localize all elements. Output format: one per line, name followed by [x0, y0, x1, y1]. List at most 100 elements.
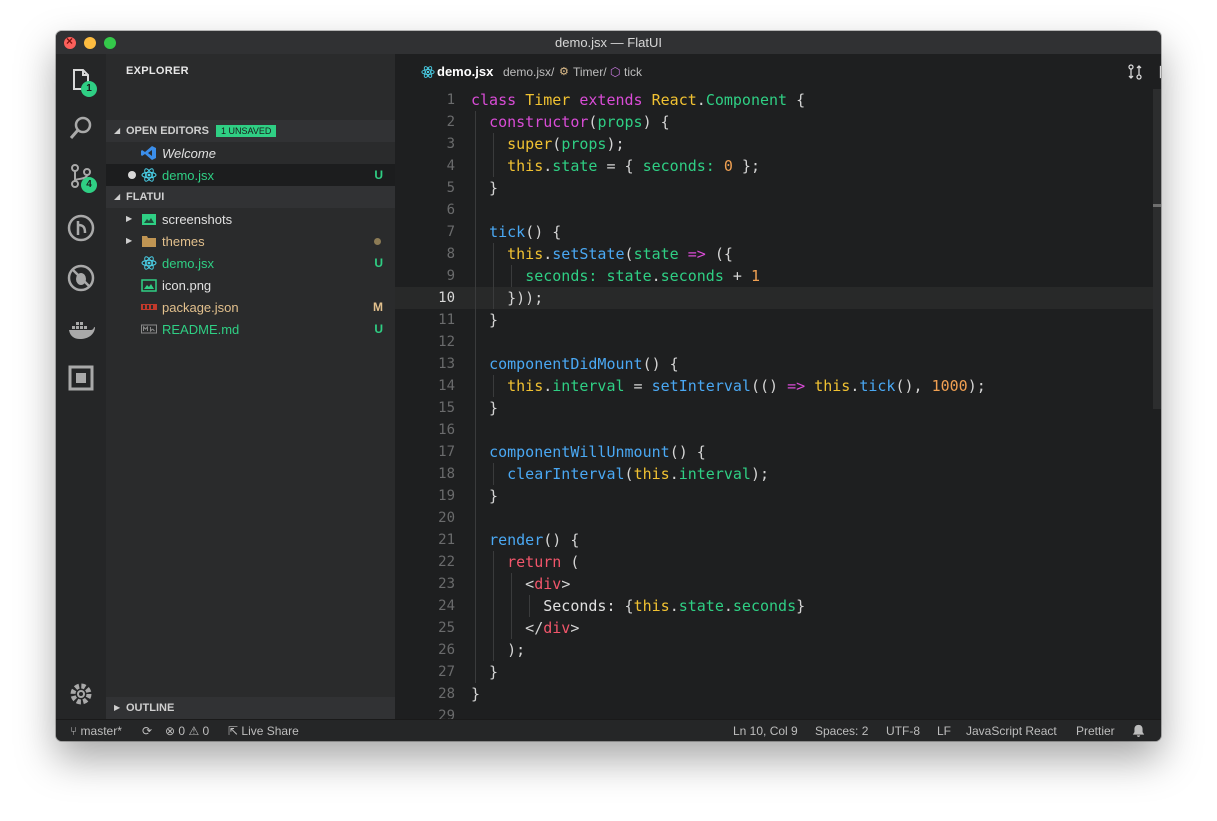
compare-icon [1128, 64, 1142, 80]
class-symbol-icon: ⚙ [559, 66, 569, 78]
code-line: Seconds: {this.state.seconds} [543, 597, 806, 615]
code-line: class Timer extends React.Component { [471, 91, 806, 109]
vscode-icon [141, 146, 156, 160]
tree-file-demo-jsx[interactable]: demo.jsx U [106, 252, 395, 274]
source-control-activity[interactable]: 4 [67, 162, 97, 193]
branch-status[interactable]: ⑂ master* [70, 724, 122, 738]
indentation-setting[interactable]: Spaces: 2 [815, 724, 868, 738]
line-number: 18 [438, 466, 455, 482]
docker-activity[interactable] [67, 316, 95, 344]
live-share-button[interactable]: ⇱ Live Share [228, 724, 299, 738]
line-number: 19 [438, 488, 455, 504]
debug-activity[interactable] [67, 264, 95, 292]
modified-dot [374, 238, 381, 245]
collapse-arrow-icon: ◢ [114, 126, 121, 135]
git-status-badge: U [374, 322, 383, 336]
search-icon [69, 116, 92, 139]
compare-changes-button[interactable] [1127, 64, 1143, 85]
tree-item-name: screenshots [162, 212, 233, 227]
tree-file-package-json[interactable]: package.json M [106, 296, 395, 318]
outline-label: OUTLINE [126, 702, 175, 714]
unsaved-dot [128, 171, 136, 179]
settings-activity[interactable] [67, 680, 95, 708]
formatter-status[interactable]: Prettier [1076, 724, 1115, 738]
active-tab-title[interactable]: demo.jsx [437, 64, 493, 79]
git-status-badge: M [373, 300, 383, 314]
code-line: clearInterval(this.interval); [507, 465, 770, 483]
open-editor-demo-jsx[interactable]: demo.jsx U [106, 164, 395, 186]
gear-icon [70, 683, 92, 705]
project-section[interactable]: ◢ FLATUI [106, 186, 395, 208]
language-mode[interactable]: JavaScript React [966, 724, 1057, 738]
tree-item-name: package.json [162, 300, 239, 315]
collapse-arrow-icon: ◢ [114, 192, 121, 201]
expand-arrow-icon: ▶ [126, 236, 133, 245]
expand-arrow-icon: ▶ [126, 214, 133, 223]
indent-guide [511, 265, 512, 287]
image-icon [141, 279, 157, 292]
breadcrumb-class[interactable]: Timer/ [573, 65, 607, 79]
code-line: <div> [471, 575, 571, 593]
error-count: 0 [178, 724, 186, 738]
indent-guide [493, 551, 494, 661]
problems-status[interactable]: ⊗ 0 ⚠ 0 [165, 724, 209, 738]
tree-file-readme-md[interactable]: README.md U [106, 318, 395, 340]
line-number: 24 [438, 598, 455, 614]
line-number: 3 [446, 136, 455, 152]
code-line: ); [471, 641, 526, 659]
line-number: 8 [446, 246, 455, 262]
indent-guide [493, 463, 494, 485]
outline-section[interactable]: ▶ OUTLINE [106, 697, 395, 719]
open-editors-section[interactable]: ◢ OPEN EDITORS 1 UNSAVED [106, 120, 395, 142]
code-line: tick() { [489, 223, 562, 241]
code-line: return ( [507, 553, 580, 571]
line-number: 7 [446, 224, 455, 240]
warning-count: 0 [202, 724, 210, 738]
code-line: componentWillUnmount() { [489, 443, 706, 461]
breadcrumb-file[interactable]: demo.jsx/ [503, 65, 554, 79]
tree-folder-themes[interactable]: ▶ themes [106, 230, 395, 252]
explorer-sidebar: EXPLORER ◢ OPEN EDITORS 1 UNSAVED Welcom… [106, 54, 395, 719]
cursor-position[interactable]: Ln 10, Col 9 [733, 724, 798, 738]
react-icon [141, 256, 157, 270]
tree-folder-screenshots[interactable]: ▶ screenshots [106, 208, 395, 230]
git-activity[interactable] [67, 214, 95, 242]
split-editor-button[interactable] [1159, 64, 1161, 85]
line-number: 25 [438, 620, 455, 636]
code-line: seconds: state.seconds + 1 [525, 267, 760, 285]
docker-icon [69, 322, 95, 339]
code-area[interactable]: 1 class Timer extends React.Component { 2… [395, 89, 1161, 719]
explorer-activity[interactable]: 1 [67, 66, 97, 97]
tree-item-name: themes [162, 234, 205, 249]
search-activity[interactable] [67, 114, 95, 142]
code-line: } [471, 685, 481, 703]
line-number: 14 [438, 378, 455, 394]
line-number: 17 [438, 444, 455, 460]
line-number: 6 [446, 202, 455, 218]
line-number: 27 [438, 664, 455, 680]
sync-icon: ⟳ [142, 724, 153, 738]
line-number: 29 [438, 708, 455, 719]
editor-tab-bar: demo.jsx demo.jsx/ ⚙ Timer/ ⬡ tick [395, 54, 1161, 89]
git-status-badge: U [374, 168, 383, 182]
live-share-label: Live Share [241, 724, 299, 738]
share-icon: ⇱ [228, 724, 239, 738]
eol-setting[interactable]: LF [937, 724, 951, 738]
sync-button[interactable]: ⟳ [142, 724, 152, 738]
code-line: this.setState(state => ({ [507, 245, 733, 263]
window-title: demo.jsx — FlatUI [555, 35, 662, 50]
breadcrumb-method[interactable]: tick [624, 65, 642, 79]
extensions-activity[interactable] [67, 364, 95, 392]
line-number: 23 [438, 576, 455, 592]
line-number: 15 [438, 400, 455, 416]
line-number: 28 [438, 686, 455, 702]
line-number: 9 [446, 268, 455, 284]
tree-file-icon-png[interactable]: icon.png [106, 274, 395, 296]
notifications-button[interactable] [1132, 724, 1145, 740]
editor-scrollbar[interactable] [1153, 89, 1161, 409]
explorer-badge: 1 [81, 81, 97, 97]
encoding-setting[interactable]: UTF-8 [886, 724, 920, 738]
indent-guide [511, 573, 512, 639]
error-icon: ⊗ [165, 724, 176, 738]
open-editor-welcome[interactable]: Welcome [106, 142, 395, 164]
